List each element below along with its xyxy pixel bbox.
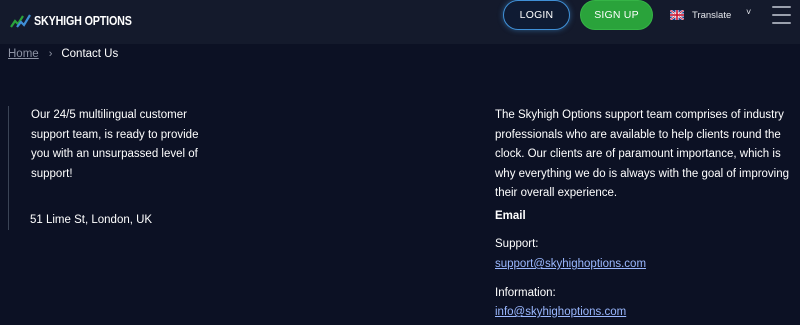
logo-text: SKYHIGH OPTIONS [34, 14, 132, 28]
site-logo[interactable]: SKYHIGH OPTIONS [10, 12, 148, 30]
uk-flag-icon [670, 10, 684, 20]
breadcrumb: Home › Contact Us [8, 48, 118, 60]
support-email-link[interactable]: support@skyhighoptions.com [495, 258, 646, 270]
translate-label: Translate [692, 9, 732, 21]
office-address: 51 Lime St, London, UK [30, 214, 153, 226]
site-header: SKYHIGH OPTIONS LOGIN SIGN UP Translate … [0, 0, 800, 44]
support-description-block: The Skyhigh Options support team compris… [495, 106, 795, 204]
signup-button[interactable]: SIGN UP [580, 0, 653, 30]
skyhigh-chart-logo-icon [10, 14, 31, 28]
chevron-right-icon: › [48, 48, 53, 60]
info-email-link[interactable]: info@skyhighoptions.com [495, 306, 626, 318]
support-description-text: The Skyhigh Options support team compris… [495, 109, 790, 199]
information-label: Information: [495, 287, 556, 299]
hamburger-menu-icon[interactable] [772, 6, 791, 25]
chevron-down-icon[interactable]: ˅ [746, 7, 751, 17]
breadcrumb-home-link[interactable]: Home [8, 48, 39, 60]
email-heading: Email [495, 210, 526, 222]
support-label: Support: [495, 238, 539, 250]
translate-dropdown[interactable]: Translate [670, 7, 731, 23]
login-button[interactable]: LOGIN [503, 0, 570, 30]
support-intro-text: Our 24/5 multilingual customer support t… [31, 109, 199, 180]
breadcrumb-current: Contact Us [61, 48, 119, 60]
